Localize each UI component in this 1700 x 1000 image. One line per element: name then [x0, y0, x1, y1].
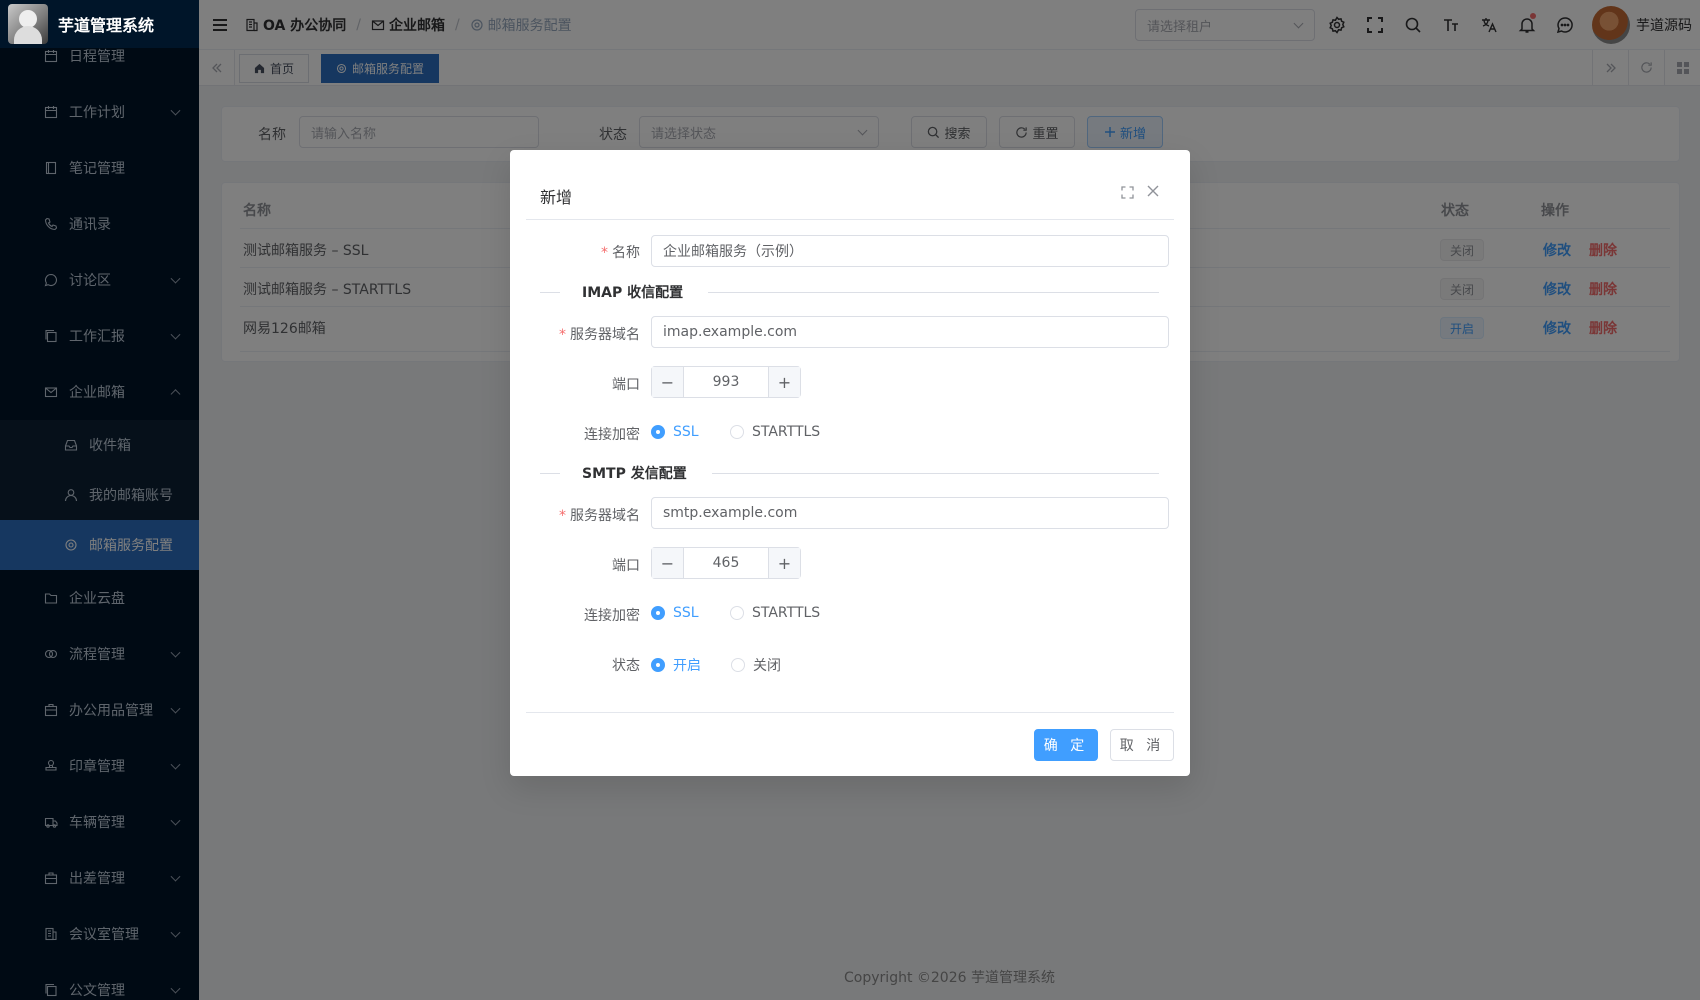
logo-image — [8, 4, 48, 44]
imap-host-label: * 服务器域名 — [559, 327, 640, 343]
confirm-button[interactable]: 确 定 — [1034, 729, 1098, 761]
imap-starttls-radio[interactable]: STARTTLS — [730, 424, 820, 440]
dialog-title: 新增 — [540, 188, 573, 207]
add-dialog: 新增 * 名称 企业邮箱服务（示例） IMAP 收信配置 * 服务器域名 imap.… — [510, 150, 1190, 776]
smtp-ssl-radio[interactable]: SSL — [651, 605, 699, 621]
minus-icon[interactable]: − — [652, 548, 684, 578]
status-on-radio[interactable]: 开启 — [651, 655, 701, 675]
minus-icon[interactable]: − — [652, 367, 684, 397]
status-field-label: 状态 — [612, 658, 640, 674]
imap-port-stepper: − 993 + — [651, 366, 801, 398]
radio-unchecked-icon — [730, 425, 744, 439]
close-icon[interactable] — [1146, 184, 1160, 198]
radio-unchecked-icon — [731, 658, 745, 672]
smtp-port-value[interactable]: 465 — [684, 548, 768, 578]
imap-section-title: IMAP 收信配置 — [580, 282, 686, 302]
status-off-radio[interactable]: 关闭 — [731, 655, 781, 675]
plus-icon[interactable]: + — [768, 367, 800, 397]
name-field-label: * 名称 — [601, 245, 640, 261]
smtp-section-divider: SMTP 发信配置 — [540, 463, 1159, 483]
imap-port-label: 端口 — [612, 377, 640, 393]
logo[interactable]: 芋道管理系统 — [0, 0, 199, 48]
imap-encryption-label: 连接加密 — [584, 427, 640, 443]
radio-unchecked-icon — [730, 606, 744, 620]
radio-checked-icon — [651, 606, 665, 620]
name-field[interactable]: 企业邮箱服务（示例） — [651, 235, 1169, 267]
app-title: 芋道管理系统 — [58, 16, 155, 35]
dialog-header-divider — [526, 219, 1174, 220]
smtp-port-stepper: − 465 + — [651, 547, 801, 579]
smtp-section-title: SMTP 发信配置 — [580, 463, 689, 483]
plus-icon[interactable]: + — [768, 548, 800, 578]
smtp-starttls-radio[interactable]: STARTTLS — [730, 605, 820, 621]
imap-host-field[interactable]: imap.example.com — [651, 316, 1169, 348]
radio-checked-icon — [651, 658, 665, 672]
smtp-host-field[interactable]: smtp.example.com — [651, 497, 1169, 529]
imap-port-value[interactable]: 993 — [684, 367, 768, 397]
smtp-host-label: * 服务器域名 — [559, 508, 640, 524]
fullscreen-icon[interactable] — [1121, 186, 1134, 199]
imap-section-divider: IMAP 收信配置 — [540, 282, 1159, 302]
radio-checked-icon — [651, 425, 665, 439]
cancel-button[interactable]: 取 消 — [1110, 729, 1174, 761]
smtp-encryption-label: 连接加密 — [584, 608, 640, 624]
dialog-footer-divider — [526, 712, 1174, 713]
smtp-port-label: 端口 — [612, 558, 640, 574]
imap-ssl-radio[interactable]: SSL — [651, 424, 699, 440]
